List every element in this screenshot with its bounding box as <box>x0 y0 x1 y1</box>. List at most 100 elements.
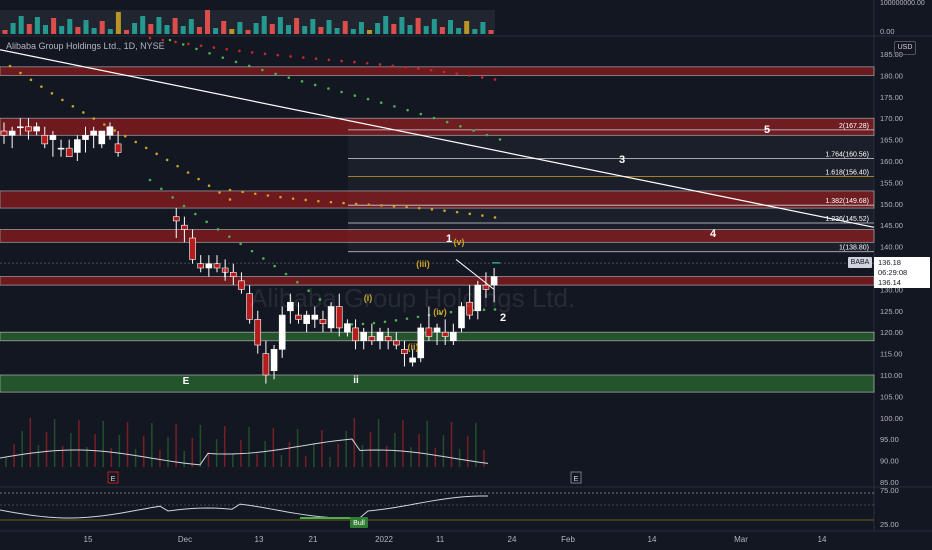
ma-dot <box>314 57 318 61</box>
candle-body <box>384 336 392 342</box>
ma-dot <box>274 72 277 76</box>
ma-dot <box>353 94 357 97</box>
candle-body <box>0 130 8 136</box>
ma-dot <box>493 216 497 219</box>
ma-dot <box>253 192 257 196</box>
ma-dot <box>266 194 270 197</box>
candle-body <box>25 126 32 132</box>
ma-dot <box>455 72 458 76</box>
price-scale-label: 120.00 <box>880 328 903 337</box>
candle-body <box>278 314 286 350</box>
ma-dot <box>354 202 358 206</box>
ma-dot <box>300 80 304 83</box>
ma-dot <box>287 76 291 79</box>
ma-dot <box>241 190 244 194</box>
time-label: Dec <box>177 535 193 544</box>
ma-dot <box>148 178 152 182</box>
candle-body <box>57 147 65 150</box>
ma-dot <box>304 198 308 202</box>
ma-dot <box>181 43 185 46</box>
ma-dot <box>40 85 43 88</box>
ma-dot <box>29 78 33 82</box>
price-scale-label: 165.00 <box>880 136 903 145</box>
time-label: 11 <box>435 535 445 544</box>
volume-bar <box>43 25 48 34</box>
ma-dot <box>221 56 225 59</box>
ma-dot <box>472 129 475 132</box>
second-price-tag: 136.14 <box>874 277 930 288</box>
candle-body <box>90 130 97 136</box>
ma-dot <box>340 90 343 94</box>
ma-dot <box>329 200 333 204</box>
volume-bar <box>34 17 40 34</box>
volume-bar <box>488 30 494 34</box>
resistance-zone <box>0 229 875 243</box>
volume-bar <box>124 30 129 34</box>
candle-body <box>189 237 196 260</box>
volume-bar <box>286 25 291 34</box>
candle-body <box>433 327 441 333</box>
price-chart[interactable]: 2(167.28) 1.764(160.56) 1.618(156.40) 1.382… <box>0 0 932 550</box>
price-scale-label: 90.00 <box>880 457 899 466</box>
ma-dot <box>498 138 502 141</box>
volume-bar <box>156 17 162 34</box>
chart-window: 2(167.28) 1.764(160.56) 1.618(156.40) 1.382… <box>0 0 932 550</box>
ma-dot <box>289 55 292 58</box>
ma-dot <box>302 56 305 59</box>
ma-dot <box>429 68 433 72</box>
candle-body <box>441 331 449 337</box>
fib-level-label: 1.764(160.56) <box>825 152 869 159</box>
ma-dot <box>284 272 288 276</box>
volume-bar <box>253 23 259 34</box>
candle-body <box>33 126 40 132</box>
candle-body <box>319 319 327 324</box>
event-marker-label: E <box>110 474 115 483</box>
ma-dot <box>468 212 472 216</box>
candle-body <box>205 263 213 269</box>
ma-dot <box>393 105 396 108</box>
ma-dot <box>405 205 408 209</box>
volume-bar <box>375 23 381 34</box>
ma-dot <box>419 112 423 116</box>
volume-bar <box>294 18 300 34</box>
time-axis[interactable]: 15 Dec 13 21 2022 11 24 Feb 14 Mar 14 <box>0 532 874 550</box>
ma-dot <box>218 191 221 194</box>
candle-body <box>450 331 457 342</box>
price-scale-label: 105.00 <box>880 392 903 401</box>
ma-dot <box>250 51 254 54</box>
volume-bar <box>75 27 81 34</box>
ma-dot <box>186 171 190 174</box>
volume-bar <box>269 24 275 34</box>
ma-dot <box>279 195 282 199</box>
volume-bar <box>277 17 283 34</box>
ma-dot <box>366 97 370 101</box>
ma-dot <box>317 199 320 203</box>
wave-label-major: 5 <box>764 124 770 136</box>
ma-dot <box>276 53 280 57</box>
ma-dot <box>199 44 203 48</box>
candle-body <box>409 357 416 363</box>
volume-bar <box>383 16 389 34</box>
ma-dot <box>443 209 446 212</box>
volume-bar <box>26 24 32 34</box>
candle-body <box>114 143 122 153</box>
currency-button[interactable]: USD <box>894 41 916 55</box>
ma-dot <box>176 164 179 168</box>
volume-bar <box>59 26 65 34</box>
ma-dot <box>168 38 172 42</box>
ma-dot <box>207 184 211 188</box>
volume-bar <box>423 26 429 34</box>
ma-dot <box>378 63 382 66</box>
price-scale-label: 180.00 <box>880 71 903 80</box>
price-scale-label: 125.00 <box>880 307 903 316</box>
ma-dot <box>417 206 421 210</box>
volume-bar <box>205 10 210 34</box>
ma-dot <box>134 140 138 144</box>
volume-bar <box>51 18 57 34</box>
ma-dot <box>148 36 152 40</box>
symbol-legend[interactable]: Alibaba Group Holdings Ltd., 1D, NYSE <box>6 41 165 51</box>
wave-label-sub: (ii) <box>408 342 419 352</box>
candle-body <box>262 353 270 376</box>
event-marker-label: E <box>573 474 578 483</box>
ma-dot <box>228 188 232 192</box>
